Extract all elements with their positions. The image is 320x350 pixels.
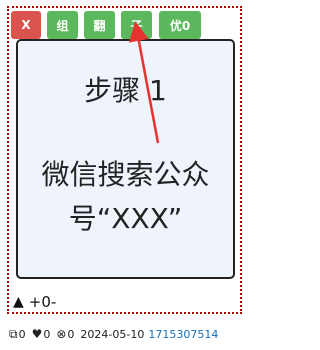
- child-button[interactable]: 子: [121, 11, 152, 39]
- id-link[interactable]: 1715307514: [148, 328, 218, 341]
- like-count: 0: [43, 327, 51, 341]
- score-row: ▲ +0-: [13, 292, 56, 312]
- date-text: 2024-05-10: [80, 327, 145, 341]
- step-title: 步骤 1: [84, 74, 167, 107]
- priority-button[interactable]: 优0: [159, 11, 201, 39]
- copy-icon[interactable]: ⧉: [9, 327, 18, 342]
- meta-row: ⧉ 0 ♥ 0 ⊗ 0 2024-05-10 1715307514: [9, 326, 218, 342]
- dislike-count: 0: [67, 327, 75, 341]
- up-triangle-icon[interactable]: ▲: [13, 294, 24, 310]
- close-button[interactable]: X: [11, 11, 41, 39]
- score-text: +0-: [28, 293, 57, 311]
- translate-button[interactable]: 翻: [84, 11, 115, 39]
- heart-icon[interactable]: ♥: [32, 327, 43, 341]
- step-text-line-1: 微信搜索公众: [41, 158, 210, 191]
- step-card[interactable]: 步骤 1 微信搜索公众 号“XXX”: [16, 39, 235, 279]
- copy-count: 0: [18, 327, 26, 341]
- group-button[interactable]: 组: [47, 11, 78, 39]
- step-text-line-2: 号“XXX”: [68, 202, 183, 235]
- close-circle-icon[interactable]: ⊗: [56, 327, 66, 341]
